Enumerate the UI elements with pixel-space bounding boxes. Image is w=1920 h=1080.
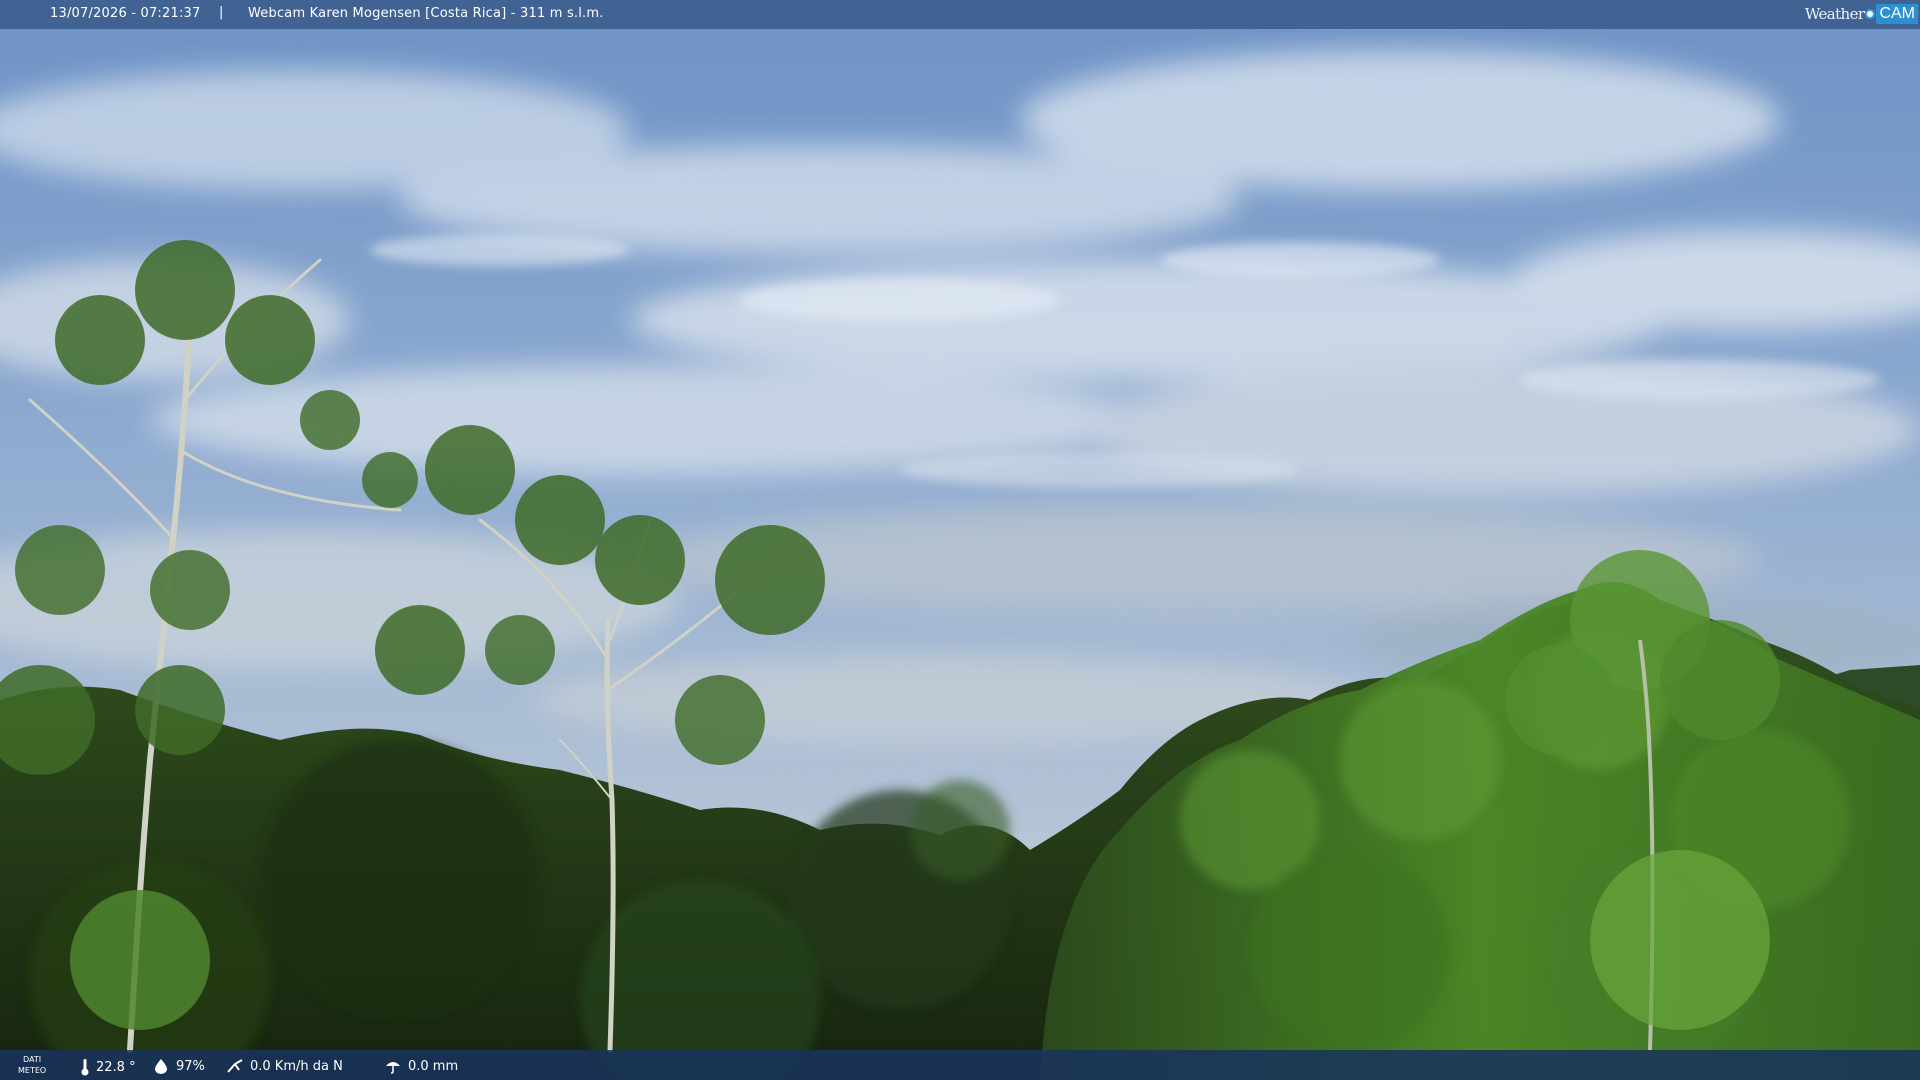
weather-data-label: DATI METEO	[18, 1054, 46, 1076]
weathercam-logo: Weather CAM	[1805, 3, 1918, 25]
top-overlay-bar: 13/07/2026 - 07:21:37 | Webcam Karen Mog…	[0, 0, 1920, 29]
weather-label-line2: METEO	[18, 1066, 47, 1075]
webcam-scene	[0, 0, 1920, 1080]
thermometer-icon	[81, 1059, 89, 1076]
rain-reading: 0.0 mm	[384, 1058, 458, 1074]
brand-dot-icon	[1865, 9, 1876, 19]
title-separator: |	[219, 5, 224, 20]
wind-value: 0.0 Km/h da N	[250, 1058, 343, 1074]
brand-weather: Weather	[1804, 5, 1865, 23]
weather-label-line1: DATI	[23, 1055, 42, 1064]
temperature-value: 22.8 °	[96, 1059, 136, 1075]
humidity-reading: 97%	[152, 1058, 205, 1074]
rain-icon	[386, 1062, 400, 1074]
brand-cam: CAM	[1876, 4, 1918, 24]
rain-value: 0.0 mm	[408, 1058, 459, 1074]
humidity-drop-icon	[155, 1059, 167, 1074]
wind-icon	[227, 1059, 243, 1073]
wind-reading: 0.0 Km/h da N	[226, 1058, 343, 1074]
humidity-value: 97%	[176, 1058, 205, 1074]
temperature-reading: 22.8 °	[80, 1058, 136, 1076]
weather-data-bar: DATI METEO 22.8 ° 97% 0.0 Km/h da N 0.0 …	[0, 1050, 1920, 1080]
webcam-title: Webcam Karen Mogensen [Costa Rica] - 311…	[248, 6, 604, 21]
timestamp: 13/07/2026 - 07:21:37	[50, 6, 201, 21]
